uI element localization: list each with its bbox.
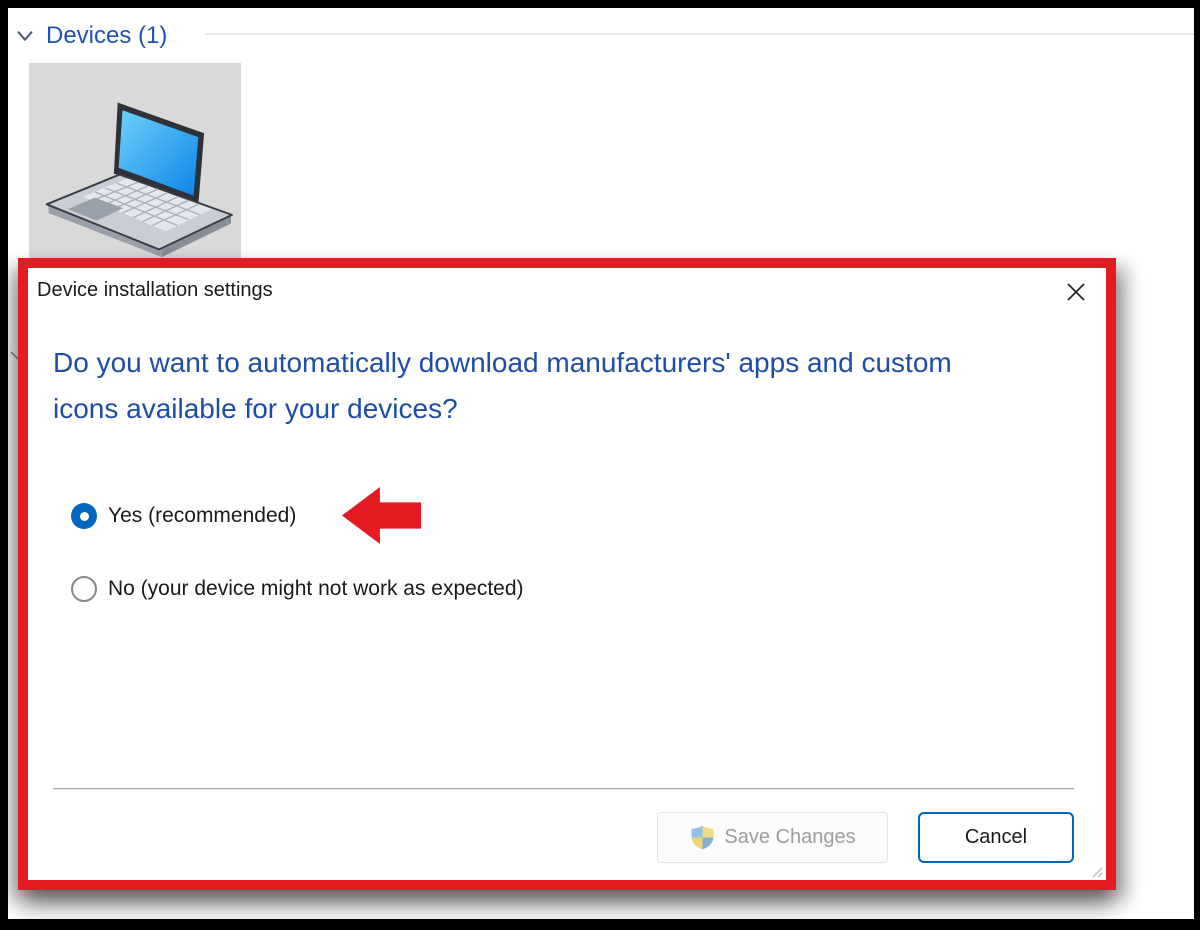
dialog-question-text: Do you want to automatically download ma…	[53, 347, 952, 424]
cancel-button[interactable]: Cancel	[918, 812, 1074, 863]
radio-option-yes[interactable]: Yes (recommended)	[71, 499, 296, 533]
dialog-title: Device installation settings	[37, 279, 273, 301]
radio-yes-label: Yes (recommended)	[108, 504, 297, 527]
devices-section-header[interactable]: Devices (1)	[14, 20, 167, 52]
radio-no-label: No (your device might not work as expect…	[108, 577, 524, 600]
uac-shield-icon	[691, 825, 714, 850]
close-icon	[1067, 283, 1085, 301]
radio-option-no[interactable]: No (your device might not work as expect…	[71, 572, 524, 606]
devices-section-title[interactable]: Devices (1)	[46, 22, 167, 50]
cancel-label: Cancel	[964, 826, 1028, 848]
device-installation-settings-dialog: Device installation settings Do you want…	[18, 258, 1116, 890]
save-changes-label: Save Changes	[724, 826, 856, 848]
screen-background: Devices (1) Device installation settings…	[8, 8, 1194, 919]
chevron-down-icon[interactable]	[14, 25, 36, 47]
radio-unselected-icon[interactable]	[71, 576, 97, 602]
save-changes-button[interactable]: Save Changes	[657, 812, 888, 863]
laptop-icon	[45, 102, 233, 258]
red-arrow-annotation	[342, 487, 421, 544]
radio-selected-icon[interactable]	[71, 503, 97, 529]
button-area-divider	[53, 788, 1074, 789]
resize-grip[interactable]	[1087, 862, 1103, 878]
close-button[interactable]	[1058, 274, 1094, 310]
section-divider	[205, 33, 1194, 35]
device-tile-laptop[interactable]	[29, 63, 241, 265]
